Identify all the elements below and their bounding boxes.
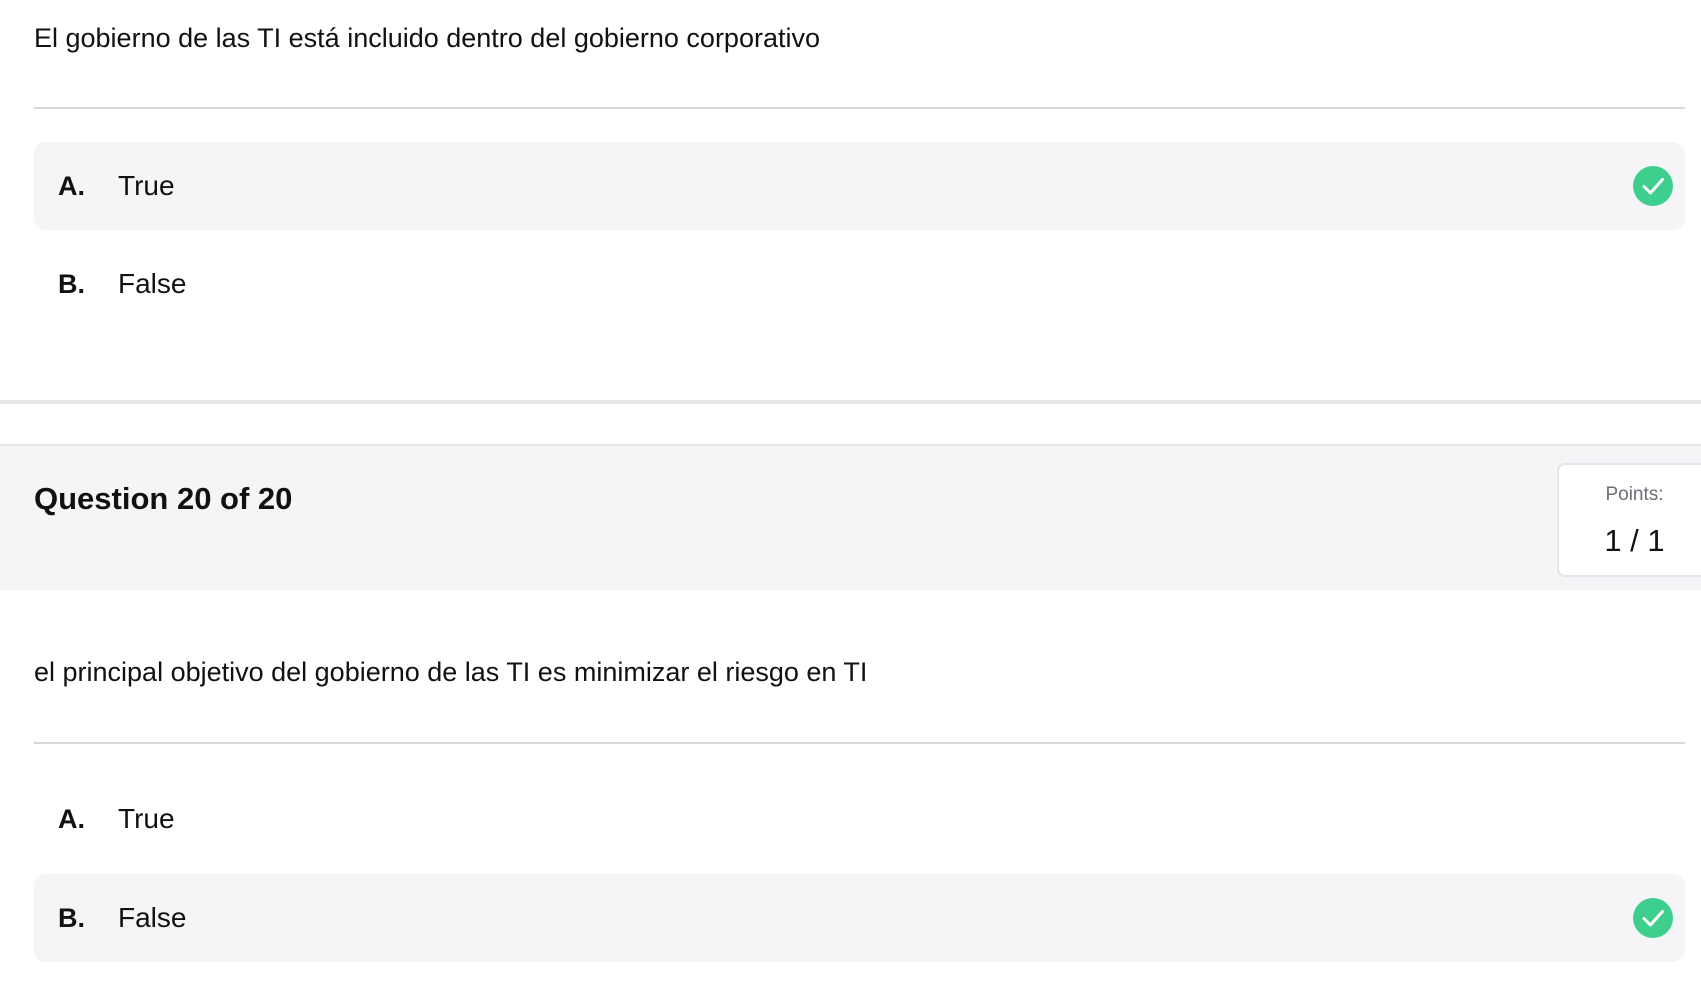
divider bbox=[34, 742, 1685, 744]
option-label: True bbox=[118, 170, 175, 201]
points-value: 1 / 1 bbox=[1604, 523, 1665, 558]
previous-question-card: El gobierno de las TI está incluido dent… bbox=[0, 0, 1701, 400]
option-label: False bbox=[118, 902, 187, 933]
option-label: False bbox=[118, 268, 187, 299]
option-letter: B. bbox=[58, 903, 85, 933]
check-circle-icon bbox=[1633, 898, 1673, 938]
section-gap bbox=[0, 404, 1701, 446]
question-text: el principal objetivo del gobierno de la… bbox=[34, 657, 868, 687]
option-letter: A. bbox=[58, 171, 85, 201]
option-b[interactable]: B. False bbox=[34, 240, 1685, 328]
option-a[interactable]: A. True bbox=[34, 142, 1685, 230]
option-b[interactable]: B. False bbox=[34, 874, 1685, 962]
points-box: Points: 1 / 1 bbox=[1557, 463, 1701, 577]
question-text: El gobierno de las TI está incluido dent… bbox=[34, 23, 820, 53]
option-letter: A. bbox=[58, 804, 85, 834]
check-circle-icon bbox=[1633, 166, 1673, 206]
option-label: True bbox=[118, 803, 175, 834]
option-a[interactable]: A. True bbox=[34, 775, 1685, 863]
option-letter: B. bbox=[58, 269, 85, 299]
divider bbox=[34, 107, 1685, 109]
points-label: Points: bbox=[1605, 484, 1664, 505]
question-number: Question 20 of 20 bbox=[34, 481, 293, 516]
question-header: Question 20 of 20 Points: 1 / 1 bbox=[0, 446, 1701, 590]
